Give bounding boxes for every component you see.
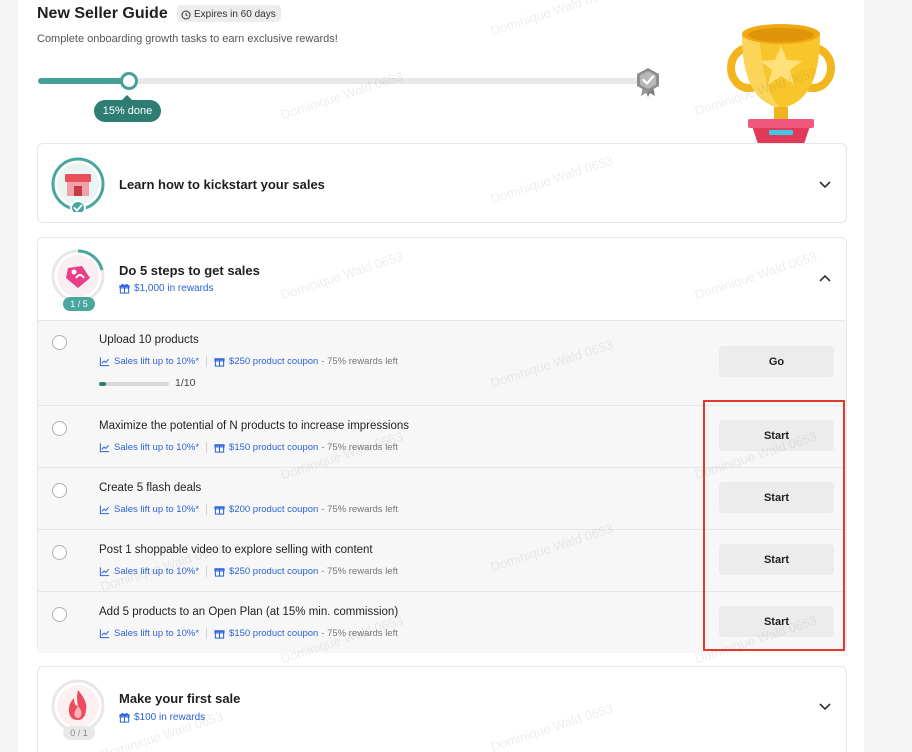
rewards-left-text: - 75% rewards left bbox=[321, 566, 398, 577]
chevron-down-icon[interactable] bbox=[818, 699, 832, 713]
coupon-link[interactable]: $150 product coupon bbox=[229, 442, 318, 453]
chart-icon bbox=[99, 505, 110, 515]
coupon-link[interactable]: $250 product coupon bbox=[229, 356, 318, 367]
gift-icon bbox=[119, 712, 130, 723]
reward-text: $100 in rewards bbox=[134, 712, 206, 723]
task-title: Post 1 shoppable video to explore sellin… bbox=[99, 544, 373, 556]
sales-lift-link[interactable]: Sales lift up to 10%* bbox=[114, 566, 199, 577]
section-title: Do 5 steps to get sales bbox=[119, 263, 260, 278]
task-checkbox[interactable] bbox=[52, 483, 67, 498]
rewards-left-text: - 75% rewards left bbox=[321, 442, 398, 453]
rewards-left-text: - 75% rewards left bbox=[321, 504, 398, 515]
gift-icon bbox=[214, 630, 225, 639]
sales-lift-link[interactable]: Sales lift up to 10%* bbox=[114, 628, 199, 639]
chevron-down-icon[interactable] bbox=[818, 177, 832, 191]
coupon-link[interactable]: $150 product coupon bbox=[229, 628, 318, 639]
coupon-link[interactable]: $250 product coupon bbox=[229, 566, 318, 577]
task-meta: Sales lift up to 10%* $250 product coupon… bbox=[99, 356, 398, 367]
highlight-box bbox=[703, 400, 845, 651]
task-checkbox[interactable] bbox=[52, 335, 67, 350]
page-subtitle: Complete onboarding growth tasks to earn… bbox=[37, 33, 338, 45]
section-first-sale[interactable]: 0 / 1 Make your first sale $100 in rewar… bbox=[37, 666, 847, 752]
section-title: Learn how to kickstart your sales bbox=[119, 177, 325, 192]
meta-divider bbox=[206, 442, 208, 453]
chart-icon bbox=[99, 357, 110, 367]
tag-icon bbox=[51, 249, 105, 303]
store-icon bbox=[51, 157, 105, 212]
task-meta: Sales lift up to 10%* $200 product coupon… bbox=[99, 504, 398, 515]
task-checkbox[interactable] bbox=[52, 421, 67, 436]
task-title: Create 5 flash deals bbox=[99, 482, 202, 494]
chevron-up-icon[interactable] bbox=[818, 272, 832, 286]
reward-text: $1,000 in rewards bbox=[134, 283, 214, 294]
expires-text: Expires in 60 days bbox=[194, 9, 276, 20]
chart-icon bbox=[99, 567, 110, 577]
meta-divider bbox=[206, 504, 208, 515]
meta-divider bbox=[206, 566, 208, 577]
task-meta: Sales lift up to 10%* $150 product coupon… bbox=[99, 442, 398, 453]
task-checkbox[interactable] bbox=[52, 607, 67, 622]
chart-icon bbox=[99, 629, 110, 639]
clock-icon bbox=[181, 9, 191, 20]
section-title: Make your first sale bbox=[119, 691, 241, 706]
gift-icon bbox=[214, 506, 225, 515]
task-meta: Sales lift up to 10%* $150 product coupon… bbox=[99, 628, 398, 639]
task-checkbox[interactable] bbox=[52, 545, 67, 560]
meta-divider bbox=[206, 356, 208, 367]
gift-icon bbox=[214, 358, 225, 367]
step-count-badge: 1 / 5 bbox=[63, 297, 95, 311]
progress-knob bbox=[119, 72, 138, 90]
expires-badge: Expires in 60 days bbox=[177, 5, 281, 22]
task-progress-label: 1/10 bbox=[175, 377, 196, 389]
sales-lift-link[interactable]: Sales lift up to 10%* bbox=[114, 504, 199, 515]
task-title: Upload 10 products bbox=[99, 334, 199, 346]
task-action-button[interactable]: Go bbox=[719, 346, 834, 377]
task-progress-bar bbox=[99, 382, 169, 386]
meta-divider bbox=[206, 628, 208, 639]
chart-icon bbox=[99, 443, 110, 453]
sales-lift-link[interactable]: Sales lift up to 10%* bbox=[114, 442, 199, 453]
coupon-link[interactable]: $200 product coupon bbox=[229, 504, 318, 515]
gift-icon bbox=[214, 444, 225, 453]
section-reward: $1,000 in rewards bbox=[119, 283, 214, 294]
rewards-left-text: - 75% rewards left bbox=[321, 356, 398, 367]
section-reward: $100 in rewards bbox=[119, 712, 205, 723]
task-row: Upload 10 products Sales lift up to 10%* $… bbox=[38, 320, 846, 405]
task-progress-fill bbox=[99, 382, 106, 386]
sales-lift-link[interactable]: Sales lift up to 10%* bbox=[114, 356, 199, 367]
section-kickstart[interactable]: Learn how to kickstart your sales bbox=[37, 143, 847, 223]
step-count-badge: 0 / 1 bbox=[63, 726, 95, 740]
trophy-icon bbox=[727, 24, 835, 144]
page-title: New Seller Guide bbox=[37, 5, 168, 22]
progress-label: 15% done bbox=[94, 95, 161, 122]
rewards-left-text: - 75% rewards left bbox=[321, 628, 398, 639]
overall-progress-bar bbox=[38, 72, 642, 90]
gift-icon bbox=[119, 283, 130, 294]
task-title: Add 5 products to an Open Plan (at 15% m… bbox=[99, 606, 399, 618]
medal-icon bbox=[637, 68, 659, 97]
overall-progress-fill bbox=[38, 78, 129, 84]
task-meta: Sales lift up to 10%* $250 product coupon… bbox=[99, 566, 398, 577]
gift-icon bbox=[214, 568, 225, 577]
task-title: Maximize the potential of N products to … bbox=[99, 420, 410, 432]
